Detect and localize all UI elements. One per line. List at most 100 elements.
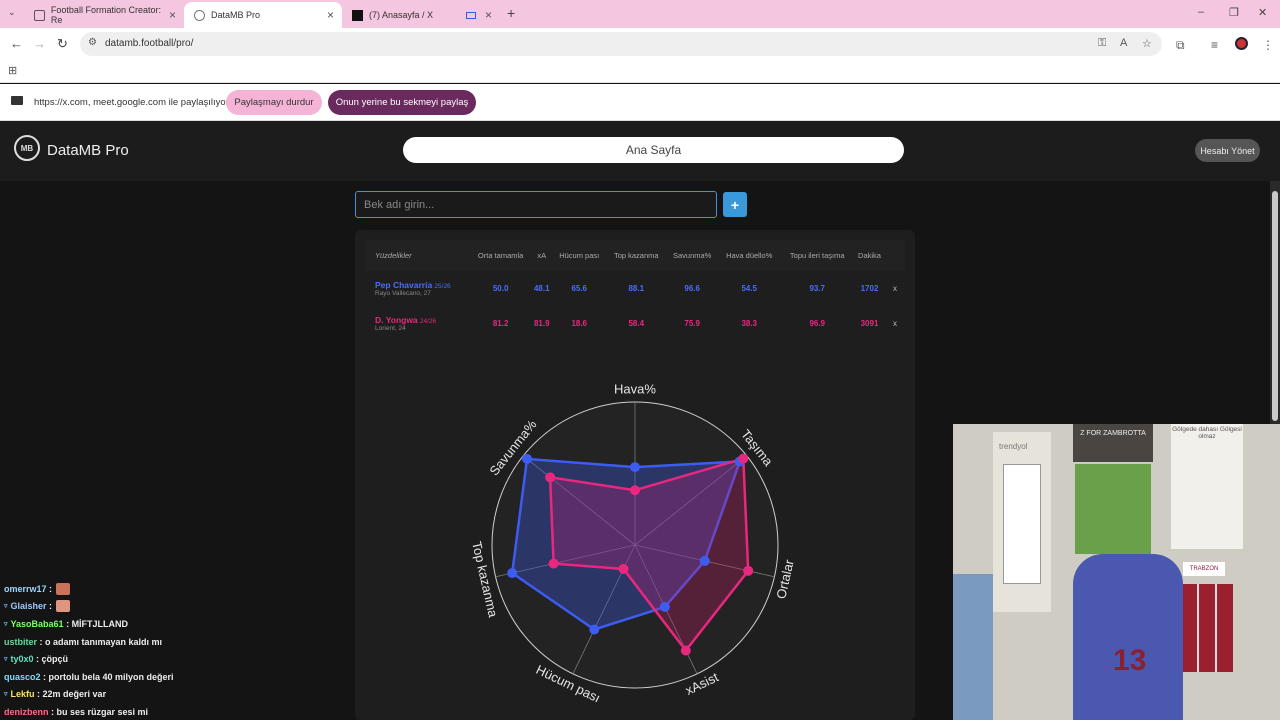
tab-search-icon[interactable]: ⌄	[8, 7, 16, 18]
password-key-icon[interactable]: ⚿	[1098, 37, 1106, 50]
tab-formation-creator[interactable]: Football Formation Creator: Re ×	[24, 2, 184, 28]
page-scrollbar[interactable]	[1270, 181, 1280, 424]
radar-point-d-yongwa[interactable]	[618, 563, 629, 574]
stat-cell: 58.4	[628, 319, 645, 328]
datamb-logo[interactable]: MB	[14, 135, 40, 161]
stat-cell: 38.3	[741, 319, 758, 328]
screen-share-bar: https://x.com, meet.google.com ile payla…	[0, 84, 1280, 121]
close-icon[interactable]: ×	[485, 8, 492, 22]
address-bar: ← → ↻ ⚙ datamb.football/pro/ ⚿ A ☆ ⧉ ≡ ⋮	[0, 28, 1280, 60]
badge-icon: ▿	[4, 620, 8, 628]
chat-text: portolu bela 40 milyon değeri	[48, 671, 174, 682]
table-row: Pep Chavarría 25/26 Rayo Vallecano, 27 5…	[365, 271, 905, 306]
radar-point-pep-chavarria[interactable]	[699, 555, 710, 566]
radar-point-d-yongwa[interactable]	[548, 558, 559, 569]
chat-message: quasco2 : portolu bela 40 milyon değeri	[4, 668, 244, 686]
chat-username: Glaisher	[10, 601, 47, 612]
table-row: D. Yongwa 24/26 Lorient, 24 81.2 81.9 18…	[365, 306, 905, 341]
brand-name[interactable]: DataMB Pro	[47, 142, 129, 159]
chat-separator: :	[46, 583, 53, 594]
chat-text: çöpçü	[41, 654, 69, 665]
chat-username: YasoBaba61	[10, 618, 64, 629]
minimize-icon[interactable]: –	[1198, 6, 1204, 18]
tab-title: (7) Anasayfa / X	[369, 10, 434, 20]
gaming-chair: 13	[1073, 554, 1183, 720]
radar-point-d-yongwa[interactable]	[545, 472, 556, 483]
close-icon[interactable]: ×	[327, 8, 334, 22]
wall-banner: trendyol	[993, 432, 1051, 612]
badge-icon: ▿	[4, 691, 8, 699]
home-link[interactable]: Ana Sayfa	[403, 137, 904, 163]
radar-point-pep-chavarria[interactable]	[521, 453, 532, 464]
radar-point-pep-chavarria[interactable]	[659, 601, 670, 612]
bookmark-star-icon[interactable]: ☆	[1142, 37, 1152, 50]
radar-point-d-yongwa[interactable]	[680, 645, 691, 656]
stat-cell: 81.9	[533, 319, 550, 328]
radar-point-d-yongwa[interactable]	[738, 453, 749, 464]
chat-text: bu ses rüzgar sesi mi	[56, 706, 149, 717]
forward-icon[interactable]: →	[33, 36, 46, 51]
x-favicon-icon	[352, 9, 363, 21]
jersey-number: 13	[1113, 644, 1147, 677]
chat-separator: :	[48, 706, 57, 717]
remove-player-button[interactable]: x	[885, 306, 905, 341]
omnibox[interactable]: ⚙ datamb.football/pro/ ⚿ A ☆	[80, 32, 1162, 56]
stat-cell: 75.9	[684, 319, 700, 328]
radar-point-pep-chavarria[interactable]	[589, 624, 600, 635]
stat-cell: 96.9	[809, 319, 826, 328]
column-header: Orta tamamla	[470, 240, 532, 271]
stat-cell: 54.5	[741, 284, 758, 293]
close-icon[interactable]: ×	[169, 8, 176, 22]
tab-x[interactable]: (7) Anasayfa / X ×	[342, 2, 500, 28]
screen-share-icon	[11, 96, 23, 105]
chat-message: ▿ YasoBaba61 : MİFTJLLAND	[4, 615, 244, 633]
tab-datamb[interactable]: DataMB Pro ×	[184, 2, 342, 28]
share-this-tab-button[interactable]: Onun yerine bu sekmeyi paylaş	[328, 90, 476, 115]
formation-favicon-icon	[34, 9, 45, 21]
player-name[interactable]: D. Yongwa	[375, 315, 418, 325]
window-close-icon[interactable]: ✕	[1258, 6, 1267, 19]
restore-icon[interactable]: ❐	[1229, 6, 1239, 19]
reload-icon[interactable]: ↻	[57, 36, 68, 52]
chat-separator: :	[40, 671, 49, 682]
remove-column-header	[885, 240, 905, 271]
extensions-icon[interactable]: ⧉	[1176, 38, 1185, 53]
chat-username: denizbenn	[4, 706, 49, 717]
chat-text: MİFTJLLAND	[71, 618, 129, 629]
back-icon[interactable]: ←	[10, 36, 23, 51]
tab-title: Football Formation Creator: Re	[50, 5, 161, 25]
scrollbar-thumb[interactable]	[1272, 191, 1278, 421]
badge-icon: ▿	[4, 656, 8, 664]
media-controls-icon[interactable]: ≡	[1211, 38, 1218, 52]
chat-message: ▿ Glaisher :	[4, 598, 244, 616]
stat-cell: 18.6	[571, 319, 588, 328]
radar-point-d-yongwa[interactable]	[630, 485, 640, 496]
chat-username: ustbiter	[4, 636, 38, 647]
menu-icon[interactable]: ⋮	[1262, 38, 1274, 52]
radar-point-pep-chavarria[interactable]	[507, 568, 518, 579]
site-info-icon[interactable]: ⚙	[88, 37, 97, 48]
new-tab-icon[interactable]: +	[507, 5, 515, 21]
player-cell: Pep Chavarría 25/26 Rayo Vallecano, 27	[365, 271, 470, 306]
column-header: Hava düello%	[718, 240, 781, 271]
app-header: MB DataMB Pro Ana Sayfa Hesabı Yönet	[0, 121, 1280, 181]
badge-icon: ▿	[4, 603, 8, 611]
profile-avatar[interactable]	[1235, 37, 1248, 50]
apps-grid-icon[interactable]: ⊞	[8, 64, 17, 77]
radar-point-d-yongwa[interactable]	[743, 565, 754, 576]
player-name[interactable]: Pep Chavarría	[375, 280, 432, 290]
fullback-search-input[interactable]	[355, 191, 717, 218]
translate-icon[interactable]: A	[1120, 37, 1127, 49]
chat-separator: :	[33, 654, 42, 665]
stat-cell: 96.6	[684, 284, 700, 293]
add-player-button[interactable]: +	[723, 192, 747, 217]
remove-player-button[interactable]: x	[885, 271, 905, 306]
column-header: Dakika	[854, 240, 885, 271]
manage-account-button[interactable]: Hesabı Yönet	[1195, 139, 1260, 162]
radar-point-pep-chavarria[interactable]	[630, 462, 640, 473]
stop-sharing-button[interactable]: Paylaşmayı durdur	[226, 90, 322, 115]
chat-message: ustbiter : o adamı tanımayan kaldı mı	[4, 633, 244, 651]
chat-separator: :	[63, 618, 72, 629]
stat-cell: 65.6	[571, 284, 588, 293]
datamb-favicon-icon	[194, 9, 205, 21]
